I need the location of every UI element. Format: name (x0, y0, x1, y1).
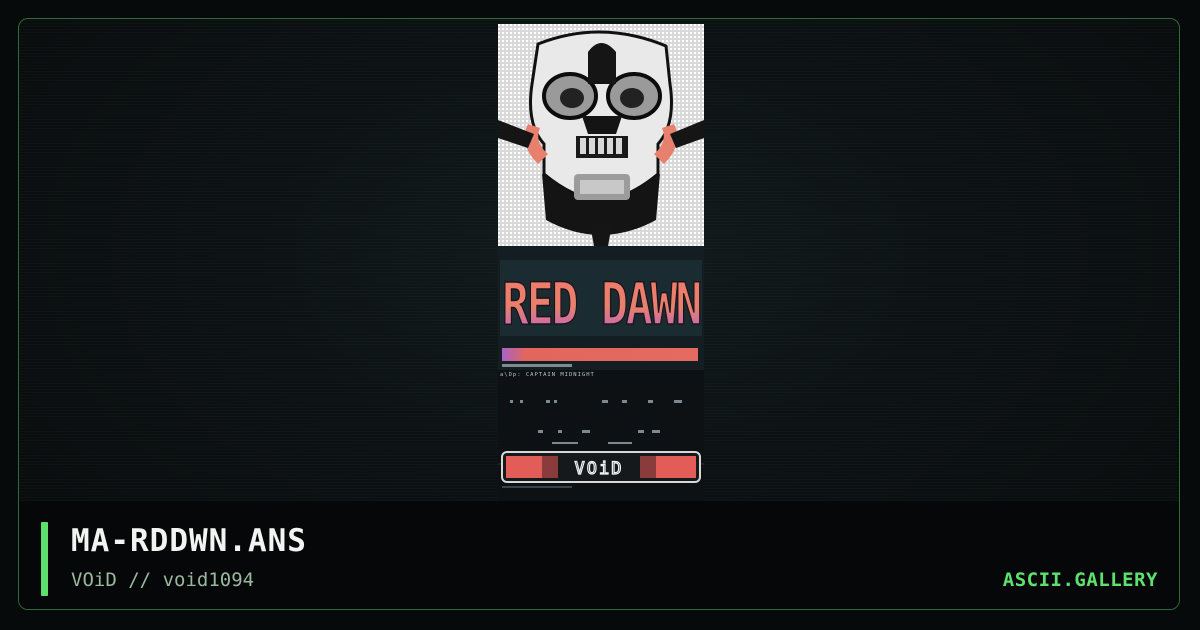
ansi-artwork: RED DAWN a\Dp: CAPTAIN MIDNIGHT VOiD (498, 24, 704, 514)
credits-panel-background (498, 370, 704, 514)
preview-card: RED DAWN a\Dp: CAPTAIN MIDNIGHT VOiD MA-… (18, 18, 1180, 610)
credit-line: a\Dp: CAPTAIN MIDNIGHT (500, 372, 595, 378)
pack-name[interactable]: void1094 (163, 569, 255, 591)
site-name[interactable]: ASCII.GALLERY (1003, 569, 1158, 591)
info-footer: MA-RDDWN.ANS VOiD // void1094 ASCII.GALL… (19, 501, 1179, 609)
logo-underbar-shadow (502, 364, 572, 367)
accent-bar (41, 522, 48, 596)
byline-separator: // (128, 569, 152, 591)
artwork-thumbnail[interactable]: RED DAWN a\Dp: CAPTAIN MIDNIGHT VOiD (498, 24, 704, 514)
void-group-plate: VOiD (501, 451, 701, 483)
artwork-byline: VOiD // void1094 (71, 569, 254, 591)
void-logo-text: VOiD (575, 459, 624, 479)
plate-shadow (502, 486, 572, 488)
group-name[interactable]: VOiD (71, 569, 117, 591)
artwork-filename: MA-RDDWN.ANS (71, 523, 307, 559)
red-dawn-logo: RED DAWN (502, 270, 700, 338)
logo-underbar (502, 348, 698, 361)
